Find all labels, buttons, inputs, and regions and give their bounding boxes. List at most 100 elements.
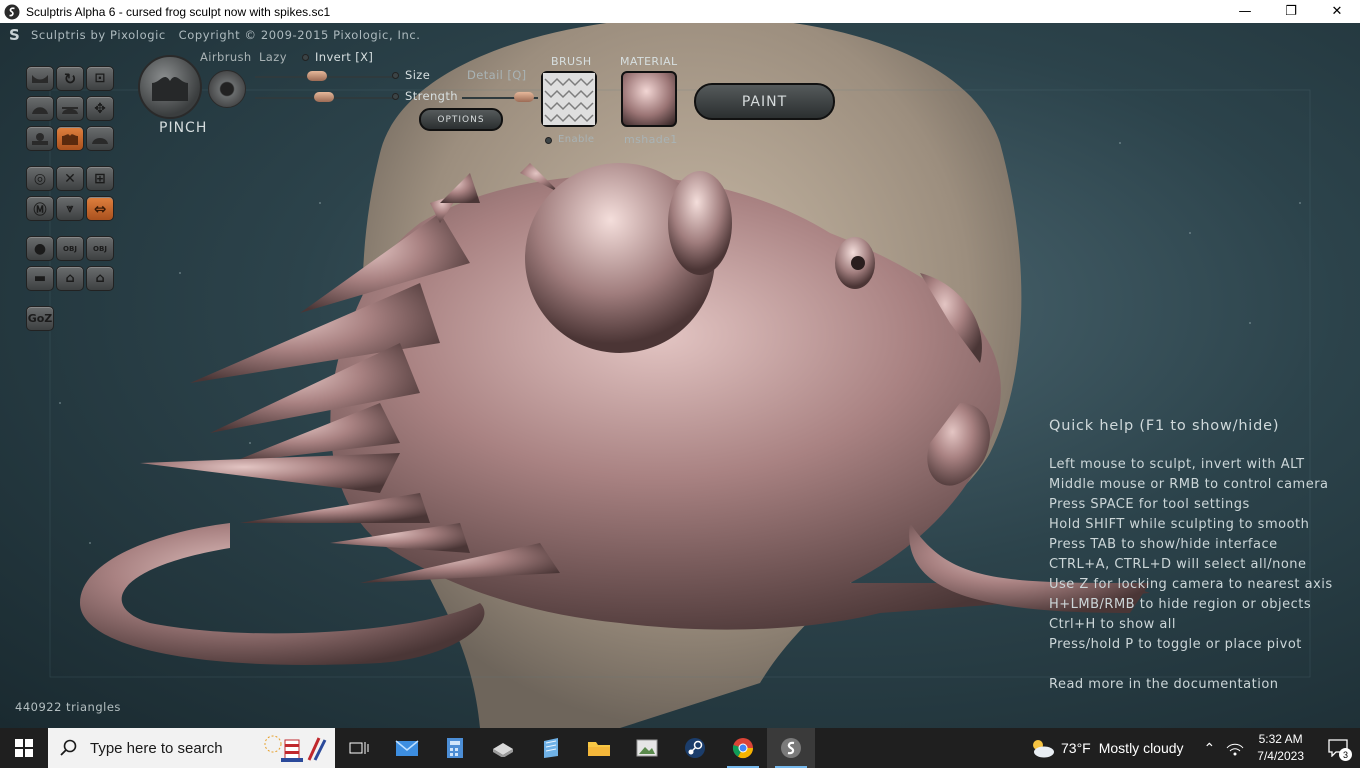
export-obj-button[interactable]: OBJ	[86, 236, 114, 261]
notes-app-button[interactable]	[527, 728, 575, 768]
goz-button[interactable]: GoZ	[26, 306, 54, 331]
steam-icon	[685, 738, 705, 758]
current-tool-label: PINCH	[159, 120, 208, 136]
file-explorer-button[interactable]	[575, 728, 623, 768]
invert-label: Invert [X]	[315, 50, 374, 64]
fireworks-hat-icon	[264, 735, 327, 762]
add-plane-button[interactable]: ▬	[26, 266, 54, 291]
photos-app-button[interactable]	[623, 728, 671, 768]
export-obj-label: OBJ	[93, 244, 107, 253]
rotate-tool-button[interactable]: ↻	[56, 66, 84, 91]
strength-label: Strength	[405, 89, 458, 103]
material-swatch[interactable]	[621, 71, 677, 127]
weather-description[interactable]: Mostly cloudy	[1099, 740, 1184, 756]
goz-label: GoZ	[27, 312, 53, 325]
current-brush-preview[interactable]	[138, 55, 202, 119]
move-icon: ✥	[94, 100, 106, 117]
knit-texture-icon	[543, 73, 595, 125]
material-heading: MATERIAL	[620, 55, 678, 68]
sculptris-app-button[interactable]	[767, 728, 815, 768]
notification-center-button[interactable]: 3	[1316, 728, 1360, 768]
mask-tool-button[interactable]: Ⓜ	[26, 196, 54, 221]
reduce-brush-button[interactable]: ◎	[26, 166, 54, 191]
alt-brush-preview[interactable]	[208, 70, 246, 108]
start-button[interactable]	[0, 728, 48, 768]
flatten-tool-button[interactable]	[56, 96, 84, 121]
lazy-toggle[interactable]: Lazy	[259, 50, 287, 64]
task-view-button[interactable]	[335, 728, 383, 768]
quick-help-line: Press/hold P to toggle or place pivot	[1049, 637, 1302, 652]
minimize-button[interactable]: —	[1222, 0, 1268, 23]
mail-icon	[395, 740, 419, 756]
quick-help-line: H+LMB/RMB to hide region or objects	[1049, 597, 1312, 612]
draw-icon	[32, 74, 48, 83]
maximize-button[interactable]: ❐	[1268, 0, 1314, 23]
quick-help-line: Hold SHIFT while sculpting to smooth	[1049, 517, 1310, 532]
reduce-selected-button[interactable]: ✕	[56, 166, 84, 191]
close-button[interactable]: ✕	[1314, 0, 1360, 23]
clock-date: 7/4/2023	[1257, 749, 1304, 763]
cross-icon: ✕	[64, 170, 76, 187]
documentation-link[interactable]: Read more in the documentation	[1049, 677, 1279, 692]
pinch-tool-button[interactable]	[56, 126, 84, 151]
quick-help-title: Quick help (F1 to show/hide)	[1049, 418, 1280, 434]
smooth-tool-button[interactable]	[86, 126, 114, 151]
add-sphere-button[interactable]: ●	[26, 236, 54, 261]
scale-icon: ⊡	[94, 71, 106, 86]
title-bar: Sculptris Alpha 6 - cursed frog sculpt n…	[0, 0, 1360, 23]
material-name: mshade1	[624, 133, 678, 146]
pinch-icon	[62, 133, 78, 145]
strength-slider-knob[interactable]	[314, 92, 334, 102]
airbrush-toggle[interactable]: Airbrush	[200, 50, 252, 64]
size-radio[interactable]	[392, 72, 399, 79]
wireframe-icon: ⩔	[66, 201, 74, 215]
network-icon[interactable]	[1225, 740, 1245, 756]
copyright-header: Sculptris by Pixologic Copyright © 2009-…	[31, 28, 421, 42]
house-icon: ⌂	[65, 271, 75, 286]
options-button[interactable]: OPTIONS	[419, 108, 503, 131]
brush-texture-swatch[interactable]	[541, 71, 597, 127]
weather-temperature[interactable]: 73°F	[1061, 740, 1091, 756]
subdivide-button[interactable]: ⊞	[86, 166, 114, 191]
grid-icon: ⊞	[94, 170, 106, 187]
enable-radio[interactable]	[545, 137, 552, 144]
image-viewer-icon	[636, 739, 658, 757]
save-file-button[interactable]: ⌂	[86, 266, 114, 291]
sculpt-viewport[interactable]: S Sculptris by Pixologic Copyright © 200…	[0, 23, 1360, 728]
chrome-app-button[interactable]	[719, 728, 767, 768]
symmetry-toggle-button[interactable]: ⇔	[86, 196, 114, 221]
quick-help-line: Press TAB to show/hide interface	[1049, 537, 1278, 552]
scale-tool-button[interactable]: ⊡	[86, 66, 114, 91]
pinch-brush-icon	[152, 77, 188, 101]
import-obj-button[interactable]: OBJ	[56, 236, 84, 261]
size-slider-knob[interactable]	[307, 71, 327, 81]
mail-app-button[interactable]	[383, 728, 431, 768]
steam-app-button[interactable]	[671, 728, 719, 768]
quick-help-line: Left mouse to sculpt, invert with ALT	[1049, 457, 1305, 472]
taskbar: Type here to search 73°F Mostly cloudy ⌃…	[0, 728, 1360, 768]
detail-slider-knob[interactable]	[514, 92, 534, 102]
invert-radio[interactable]	[302, 54, 309, 61]
calculator-icon	[447, 738, 463, 758]
drive-app-button[interactable]	[479, 728, 527, 768]
sphere-icon: ●	[33, 240, 47, 257]
quick-help-line: Middle mouse or RMB to control camera	[1049, 477, 1329, 492]
mask-icon: Ⓜ	[33, 203, 47, 218]
draw-tool-button[interactable]	[26, 66, 54, 91]
inflate-tool-button[interactable]	[26, 96, 54, 121]
brush-heading: BRUSH	[551, 55, 592, 68]
paint-button[interactable]: PAINT	[694, 83, 835, 120]
plane-icon: ▬	[33, 271, 47, 286]
wireframe-toggle-button[interactable]: ⩔	[56, 196, 84, 221]
calculator-app-button[interactable]	[431, 728, 479, 768]
crease-tool-button[interactable]	[26, 126, 54, 151]
taskbar-clock[interactable]: 5:32 AM 7/4/2023	[1257, 731, 1304, 765]
grab-tool-button[interactable]: ✥	[86, 96, 114, 121]
task-view-icon	[349, 742, 369, 754]
partly-cloudy-icon	[1033, 740, 1054, 758]
windows-logo-icon	[15, 739, 33, 757]
open-file-button[interactable]: ⌂	[56, 266, 84, 291]
taskbar-search-box[interactable]: Type here to search	[48, 728, 335, 768]
strength-radio[interactable]	[392, 93, 399, 100]
tray-overflow-chevron-icon[interactable]: ⌃	[1204, 740, 1216, 757]
